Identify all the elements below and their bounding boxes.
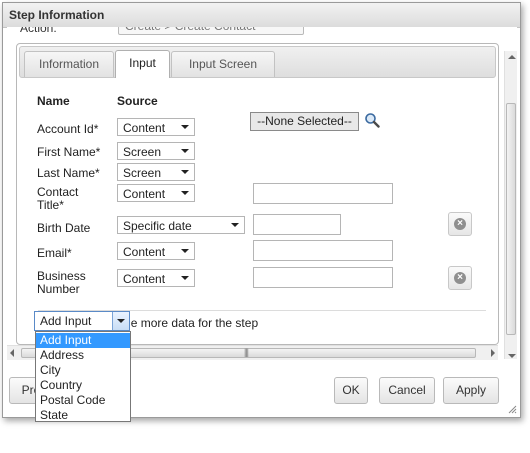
field-label-email: Email* <box>37 246 72 260</box>
action-label: Action: <box>20 27 57 35</box>
dialog-scroll-area: Action: Create > Create Contact Informat… <box>7 27 517 359</box>
field-label-last-name: Last Name* <box>37 166 100 180</box>
chevron-down-icon <box>181 125 189 129</box>
tab-information[interactable]: Information <box>24 51 114 77</box>
chevron-down-icon <box>181 249 189 253</box>
chevron-down-icon <box>181 170 189 174</box>
add-input-dropdown-button[interactable] <box>112 312 129 330</box>
delete-business-number-button[interactable]: × <box>448 266 472 290</box>
dialog-titlebar[interactable]: Step Information <box>3 3 520 28</box>
source-select-account-id[interactable]: Content <box>117 118 195 136</box>
cancel-button[interactable]: Cancel <box>379 377 435 404</box>
step-panel: Information Input Input Screen Name Sour… <box>16 43 499 345</box>
value-input-contact-title[interactable] <box>253 183 393 204</box>
dropdown-option-address[interactable]: Address <box>36 348 130 363</box>
source-select-business-number[interactable]: Content <box>117 269 195 287</box>
column-header-source: Source <box>117 94 158 108</box>
scroll-left-arrow-icon[interactable] <box>10 349 14 357</box>
field-label-birth-date: Birth Date <box>37 221 91 235</box>
tab-strip: Information Input Input Screen <box>19 46 496 78</box>
column-header-name: Name <box>37 94 70 108</box>
vertical-scrollbar[interactable] <box>504 51 517 359</box>
dropdown-option-state[interactable]: State <box>36 408 130 423</box>
scroll-down-arrow-icon[interactable] <box>508 354 516 358</box>
dialog-title: Step Information <box>9 8 105 22</box>
add-input-select[interactable]: Add Input <box>34 311 130 331</box>
action-select[interactable]: Create > Create Contact <box>118 27 304 35</box>
source-value: Content <box>123 272 166 286</box>
value-input-email[interactable] <box>253 240 393 261</box>
account-id-value-button[interactable]: --None Selected-- <box>250 112 359 131</box>
dropdown-option-postal-code[interactable]: Postal Code <box>36 393 130 408</box>
magnifier-lookup-icon[interactable] <box>364 112 380 128</box>
grip-icon: ||| <box>244 347 249 357</box>
remove-icon: × <box>454 218 466 230</box>
resize-grip-icon[interactable] <box>507 404 517 414</box>
source-value: Content <box>123 187 166 201</box>
source-select-last-name[interactable]: Screen <box>117 163 195 181</box>
tab-input-screen[interactable]: Input Screen <box>171 51 275 77</box>
source-select-contact-title[interactable]: Content <box>117 184 195 202</box>
source-select-birth-date[interactable]: Specific date <box>117 216 245 234</box>
source-select-first-name[interactable]: Screen <box>117 142 195 160</box>
dropdown-option-add-input[interactable]: Add Input <box>36 333 130 348</box>
source-value: Screen <box>123 145 162 159</box>
field-label-business-number-line2: Number <box>37 282 80 296</box>
dropdown-option-country[interactable]: Country <box>36 378 130 393</box>
add-input-dropdown-list: Add Input Address City Country Postal Co… <box>35 331 131 422</box>
vertical-scroll-thumb[interactable] <box>506 103 516 335</box>
scroll-right-arrow-icon[interactable] <box>491 349 495 357</box>
source-value: Screen <box>123 166 162 180</box>
dropdown-option-city[interactable]: City <box>36 363 130 378</box>
tab-input[interactable]: Input <box>115 50 170 78</box>
value-input-birth-date[interactable] <box>253 214 341 235</box>
remove-icon: × <box>454 272 466 284</box>
source-value: Specific date <box>123 219 192 233</box>
field-label-first-name: First Name* <box>37 145 101 159</box>
delete-birth-date-button[interactable]: × <box>448 212 472 236</box>
ok-button[interactable]: OK <box>334 377 368 404</box>
chevron-down-icon <box>181 191 189 195</box>
field-label-account-id: Account Id* <box>37 122 99 136</box>
field-label-contact-title-line2: Title* <box>37 198 64 212</box>
source-value: Content <box>123 121 166 135</box>
apply-button[interactable]: Apply <box>443 377 499 404</box>
chevron-down-icon <box>181 149 189 153</box>
add-input-selected-value: Add Input <box>40 314 92 328</box>
source-value: Content <box>123 245 166 259</box>
chevron-down-icon <box>117 319 125 323</box>
source-select-email[interactable]: Content <box>117 242 195 260</box>
chevron-down-icon <box>231 223 239 227</box>
value-input-business-number[interactable] <box>253 267 393 288</box>
chevron-down-icon <box>181 276 189 280</box>
scroll-up-arrow-icon[interactable] <box>508 55 516 59</box>
